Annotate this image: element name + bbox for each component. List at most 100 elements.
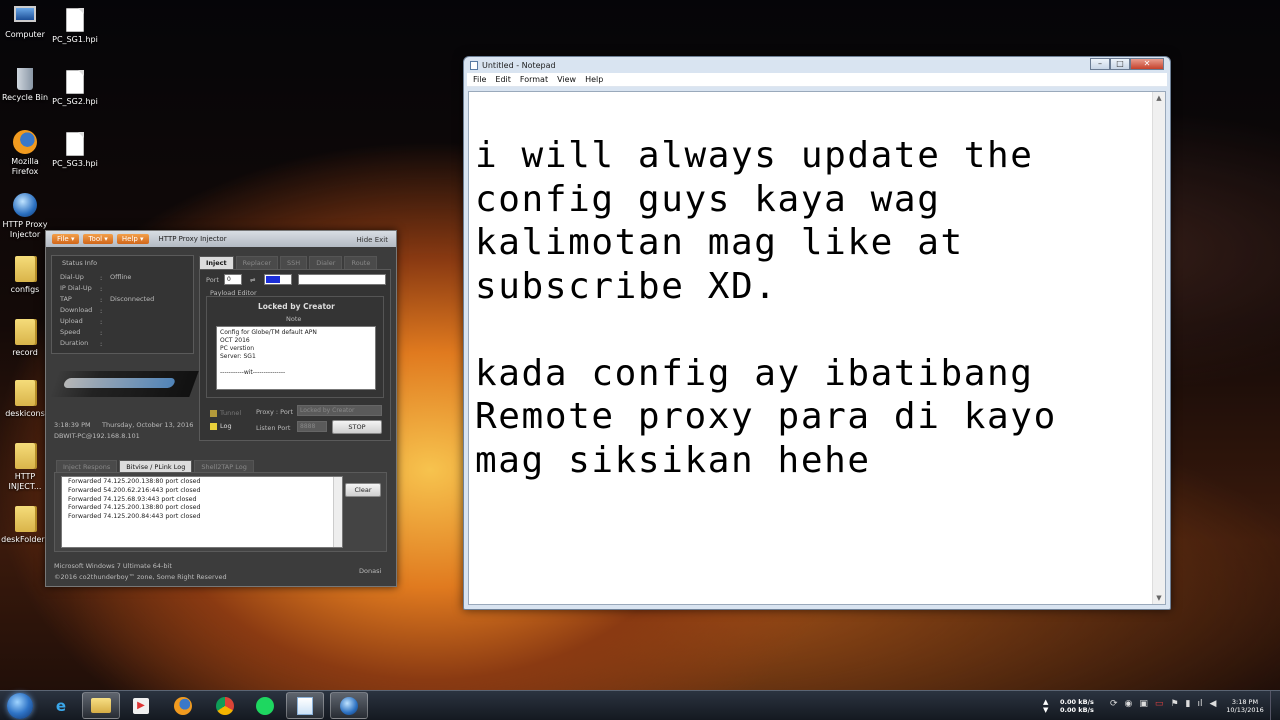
menu-format[interactable]: Format bbox=[520, 75, 548, 84]
clear-button[interactable]: Clear bbox=[345, 483, 381, 497]
inject-tab-panel: Port 0 ⇌ Payload Editor Locked by Creato… bbox=[199, 269, 391, 441]
log-line: Forwarded 54.200.62.216:443 port closed bbox=[68, 486, 201, 494]
folder-icon bbox=[15, 506, 35, 532]
proxy-port-input[interactable]: Locked by Creator bbox=[297, 405, 382, 416]
taskbar-proxy-injector[interactable] bbox=[330, 692, 368, 719]
folder-icon bbox=[15, 319, 35, 345]
taskbar-media-player[interactable]: ▶ bbox=[122, 692, 160, 719]
notepad-content[interactable]: i will always update the config guys kay… bbox=[475, 134, 1155, 482]
tunnel-label: Tunnel bbox=[220, 409, 242, 417]
vertical-scrollbar[interactable]: ▲ ▼ bbox=[1152, 92, 1165, 604]
scroll-up-icon[interactable]: ▲ bbox=[1153, 92, 1165, 104]
injector-menu-tool[interactable]: Tool ▾ bbox=[83, 234, 113, 244]
network-speed: 0.00 kB/s 0.00 kB/s bbox=[1060, 698, 1094, 720]
desktop-icon-pc-sg3[interactable]: PC_SG3.hpi bbox=[44, 132, 106, 169]
menu-label: Tool bbox=[88, 235, 103, 243]
menu-edit[interactable]: Edit bbox=[495, 75, 511, 84]
file-icon bbox=[66, 70, 84, 94]
tray-network-arrows[interactable]: ▲ ▼ bbox=[1043, 698, 1048, 720]
internet-explorer-icon: e bbox=[55, 696, 67, 715]
menu-file[interactable]: File bbox=[473, 75, 486, 84]
listen-port-label: Listen Port bbox=[256, 424, 291, 432]
notepad-icon bbox=[470, 60, 478, 70]
donasi-link[interactable]: Donasi bbox=[359, 567, 381, 575]
port-input[interactable]: 0 bbox=[224, 274, 242, 285]
injector-menu-file[interactable]: File ▾ bbox=[52, 234, 80, 244]
host-address: DBWIT-PC@192.168.8.101 bbox=[54, 432, 140, 440]
volume-icon[interactable]: ◀ bbox=[1209, 700, 1216, 720]
recycle-bin-icon bbox=[17, 68, 33, 90]
display-icon[interactable]: ▣ bbox=[1139, 700, 1148, 720]
taskbar-notepad[interactable] bbox=[286, 692, 324, 719]
taskbar-chrome[interactable] bbox=[206, 692, 244, 719]
chrome-icon bbox=[216, 696, 234, 715]
log-scrollbar[interactable] bbox=[333, 477, 342, 547]
start-button[interactable] bbox=[2, 691, 38, 720]
checkbox-icon bbox=[210, 409, 217, 417]
notepad-window[interactable]: Untitled - Notepad – □ ✕ File Edit Forma… bbox=[463, 56, 1171, 610]
desktop-icon-pc-sg1[interactable]: PC_SG1.hpi bbox=[44, 8, 106, 45]
log-checkbox[interactable]: Log bbox=[210, 422, 232, 430]
desktop-icon-label: PC_SG2.hpi bbox=[52, 97, 98, 106]
taskbar-ie[interactable]: e bbox=[42, 692, 80, 719]
notepad-menubar: File Edit Format View Help bbox=[467, 73, 1167, 87]
log-panel: Forwarded 74.125.200.138:80 port closed … bbox=[54, 472, 387, 552]
hide-exit-group: Hide Exit bbox=[357, 236, 388, 244]
exit-button[interactable]: Exit bbox=[375, 236, 388, 244]
tab-inject[interactable]: Inject bbox=[199, 256, 234, 270]
scroll-down-icon[interactable]: ▼ bbox=[1153, 592, 1165, 604]
method-select[interactable] bbox=[298, 274, 386, 285]
color-swatch bbox=[266, 276, 280, 283]
show-desktop-button[interactable] bbox=[1270, 691, 1280, 720]
injector-titlebar[interactable]: File ▾ Tool ▾ Help ▾ HTTP Proxy Injector… bbox=[46, 231, 396, 247]
injector-menu-help[interactable]: Help ▾ bbox=[116, 234, 149, 244]
folder-icon bbox=[15, 380, 35, 406]
listen-port-input[interactable]: 8888 bbox=[297, 421, 327, 432]
proxy-injector-window[interactable]: File ▾ Tool ▾ Help ▾ HTTP Proxy Injector… bbox=[45, 230, 397, 587]
log-line: Forwarded 74.125.68.93:443 port closed bbox=[68, 495, 197, 503]
flag-icon[interactable]: ⚑ bbox=[1170, 700, 1178, 720]
tab-dialer[interactable]: Dialer bbox=[309, 256, 343, 270]
status-key: Upload bbox=[60, 317, 83, 325]
tab-route[interactable]: Route bbox=[344, 256, 378, 270]
taskbar-spotify[interactable] bbox=[246, 692, 284, 719]
chrome-tray-icon[interactable]: ◉ bbox=[1125, 700, 1133, 720]
menu-view[interactable]: View bbox=[557, 75, 576, 84]
log-list[interactable]: Forwarded 74.125.200.138:80 port closed … bbox=[61, 476, 343, 548]
network-icon[interactable]: ▮ bbox=[1186, 700, 1191, 720]
os-info: Microsoft Windows 7 Ultimate 64-bit bbox=[54, 562, 172, 570]
status-key: TAP bbox=[60, 295, 72, 303]
checkbox-checked-icon bbox=[210, 422, 217, 430]
note-text[interactable]: Config for Globe/TM default APN OCT 2016… bbox=[216, 326, 376, 390]
clock[interactable]: 3:18 PM 10/13/2016 bbox=[1225, 698, 1265, 720]
clock-time: 3:18 PM bbox=[1231, 698, 1259, 706]
refresh-icon[interactable]: ⟳ bbox=[1110, 700, 1118, 720]
tab-replacer[interactable]: Replacer bbox=[235, 256, 279, 270]
notepad-titlebar[interactable]: Untitled - Notepad – □ ✕ bbox=[464, 57, 1170, 73]
desktop-icon-pc-sg2[interactable]: PC_SG2.hpi bbox=[44, 70, 106, 107]
taskbar-explorer[interactable] bbox=[82, 692, 120, 719]
color-select[interactable] bbox=[264, 274, 292, 285]
globe-icon bbox=[340, 696, 358, 715]
notepad-icon bbox=[297, 696, 313, 715]
battery-icon[interactable]: ▭ bbox=[1155, 700, 1164, 720]
folder-icon bbox=[15, 256, 35, 282]
stop-button[interactable]: STOP bbox=[332, 420, 382, 434]
http-version-label: ⇌ bbox=[250, 276, 256, 284]
status-value: Offline bbox=[110, 273, 132, 281]
status-colons: ::::::: bbox=[100, 274, 103, 348]
minimize-button[interactable]: – bbox=[1090, 58, 1110, 70]
log-line: Forwarded 74.125.200.84:443 port closed bbox=[68, 513, 201, 521]
tab-ssh[interactable]: SSH bbox=[280, 256, 308, 270]
desktop-icon-label: HTTP Proxy Injector bbox=[2, 220, 48, 239]
taskbar-firefox[interactable] bbox=[164, 692, 202, 719]
tunnel-checkbox[interactable]: Tunnel bbox=[210, 409, 241, 417]
menu-help[interactable]: Help bbox=[585, 75, 603, 84]
close-button[interactable]: ✕ bbox=[1130, 58, 1164, 70]
maximize-button[interactable]: □ bbox=[1110, 58, 1130, 70]
signal-icon[interactable]: ıl bbox=[1197, 700, 1202, 720]
port-label: Port bbox=[206, 276, 219, 284]
hide-button[interactable]: Hide bbox=[357, 236, 373, 244]
folder-icon bbox=[91, 698, 111, 713]
notepad-text-area[interactable]: i will always update the config guys kay… bbox=[468, 91, 1166, 605]
